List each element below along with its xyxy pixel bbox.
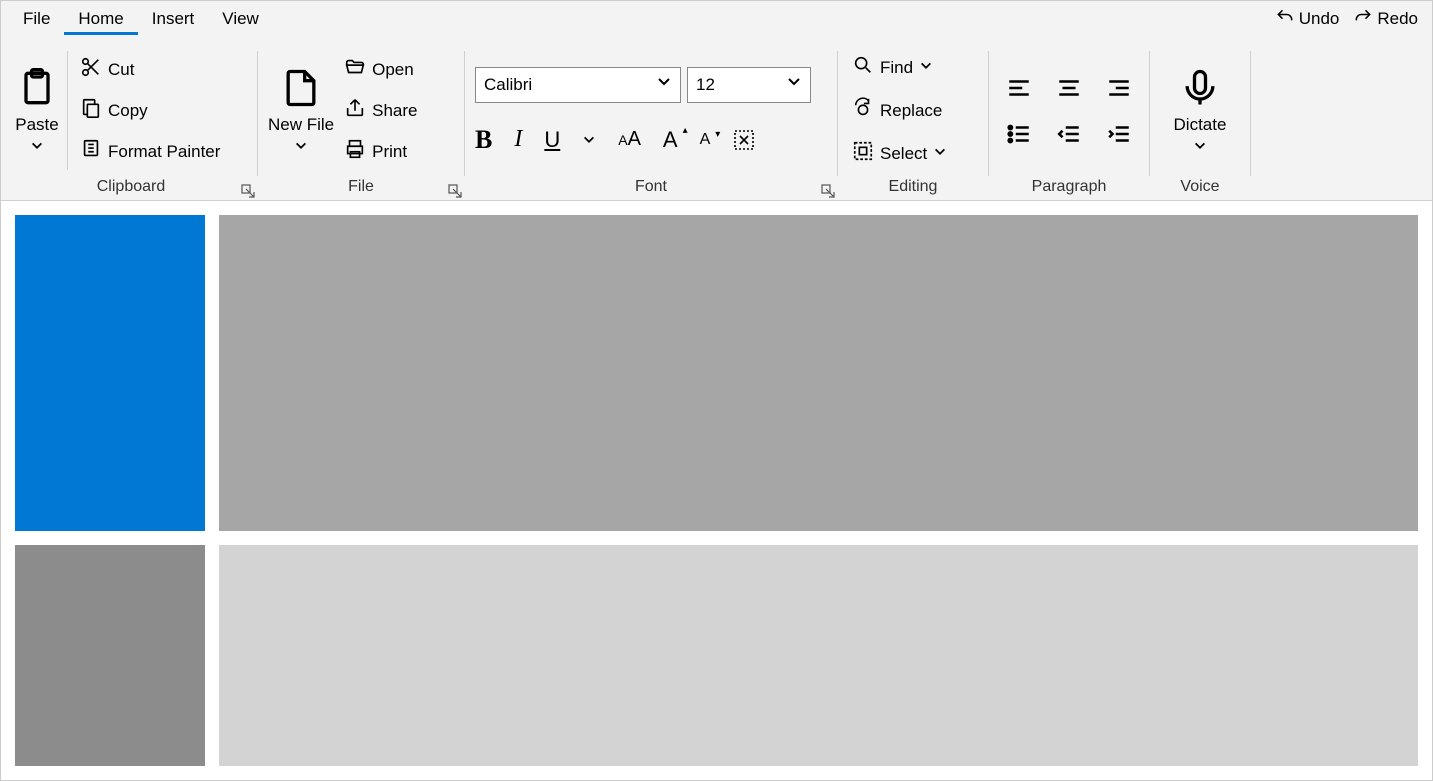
share-button[interactable]: Share xyxy=(340,95,421,126)
paste-label: Paste xyxy=(15,115,58,135)
group-label-paragraph: Paragraph xyxy=(999,174,1139,198)
copy-label: Copy xyxy=(108,101,148,121)
chevron-down-icon xyxy=(919,58,933,78)
undo-button[interactable]: Undo xyxy=(1275,7,1340,32)
copy-button[interactable]: Copy xyxy=(76,95,224,126)
cut-button[interactable]: Cut xyxy=(76,54,224,85)
dictate-label: Dictate xyxy=(1174,115,1227,135)
grow-font-button[interactable]: A xyxy=(663,127,678,153)
chevron-down-icon xyxy=(1193,139,1207,156)
underline-button[interactable]: U xyxy=(544,127,560,153)
increase-indent-button[interactable] xyxy=(1103,118,1135,150)
format-painter-label: Format Painter xyxy=(108,142,220,162)
nav-panel-selected[interactable] xyxy=(15,215,205,531)
file-launcher[interactable] xyxy=(448,184,462,198)
font-launcher[interactable] xyxy=(821,184,835,198)
redo-button[interactable]: Redo xyxy=(1353,7,1418,32)
italic-button[interactable]: I xyxy=(514,126,522,153)
share-icon xyxy=(344,97,366,124)
tab-view[interactable]: View xyxy=(208,3,273,35)
open-label: Open xyxy=(372,60,414,80)
new-file-label: New File xyxy=(268,115,334,135)
chevron-down-icon xyxy=(933,144,947,164)
chevron-down-icon xyxy=(786,74,802,95)
redo-icon xyxy=(1353,7,1373,32)
print-label: Print xyxy=(372,142,407,162)
select-button[interactable]: Select xyxy=(848,138,951,169)
clear-formatting-button[interactable] xyxy=(732,128,756,152)
scissors-icon xyxy=(80,56,102,83)
file-icon xyxy=(279,66,323,113)
align-right-button[interactable] xyxy=(1103,72,1135,104)
select-label: Select xyxy=(880,144,927,164)
align-left-button[interactable] xyxy=(1003,72,1035,104)
replace-button[interactable]: Replace xyxy=(848,95,951,126)
format-painter-icon xyxy=(80,138,102,165)
nav-panel-2[interactable] xyxy=(15,545,205,766)
main-panel-top xyxy=(219,215,1418,531)
clipboard-launcher[interactable] xyxy=(241,184,255,198)
group-label-editing: Editing xyxy=(848,174,978,198)
folder-open-icon xyxy=(344,56,366,83)
replace-label: Replace xyxy=(880,101,942,121)
open-button[interactable]: Open xyxy=(340,54,421,85)
group-label-voice: Voice xyxy=(1160,174,1240,198)
chevron-down-icon xyxy=(656,74,672,95)
find-button[interactable]: Find xyxy=(848,52,951,83)
undo-label: Undo xyxy=(1299,9,1340,29)
print-button[interactable]: Print xyxy=(340,136,421,167)
tab-home[interactable]: Home xyxy=(64,3,137,35)
group-label-clipboard: Clipboard xyxy=(15,174,247,198)
bold-button[interactable]: B xyxy=(475,125,492,155)
copy-icon xyxy=(80,97,102,124)
undo-icon xyxy=(1275,7,1295,32)
align-center-button[interactable] xyxy=(1053,72,1085,104)
format-painter-button[interactable]: Format Painter xyxy=(76,136,224,167)
replace-icon xyxy=(852,97,874,124)
bullet-list-button[interactable] xyxy=(1003,118,1035,150)
tab-file[interactable]: File xyxy=(9,3,64,35)
tab-insert[interactable]: Insert xyxy=(138,3,209,35)
chevron-down-icon xyxy=(30,139,44,156)
select-icon xyxy=(852,140,874,167)
decrease-indent-button[interactable] xyxy=(1053,118,1085,150)
group-label-font: Font xyxy=(475,174,827,198)
paste-icon xyxy=(15,66,59,113)
search-icon xyxy=(852,54,874,81)
print-icon xyxy=(344,138,366,165)
underline-dropdown[interactable] xyxy=(582,133,596,147)
cut-label: Cut xyxy=(108,60,134,80)
font-size-dropdown[interactable]: 12 xyxy=(687,67,811,103)
microphone-icon xyxy=(1178,66,1222,113)
shrink-font-button[interactable]: A xyxy=(700,131,711,149)
new-file-button[interactable]: New File xyxy=(268,66,334,156)
chevron-down-icon xyxy=(294,139,308,156)
dictate-button[interactable]: Dictate xyxy=(1174,66,1227,156)
font-name-dropdown[interactable]: Calibri xyxy=(475,67,681,103)
find-label: Find xyxy=(880,58,913,78)
share-label: Share xyxy=(372,101,417,121)
change-case-button[interactable]: AA xyxy=(618,128,641,151)
main-panel-bottom xyxy=(219,545,1418,766)
font-name-value: Calibri xyxy=(484,75,532,95)
group-label-file: File xyxy=(268,174,454,198)
font-size-value: 12 xyxy=(696,75,715,95)
redo-label: Redo xyxy=(1377,9,1418,29)
paste-button[interactable]: Paste xyxy=(15,66,59,156)
